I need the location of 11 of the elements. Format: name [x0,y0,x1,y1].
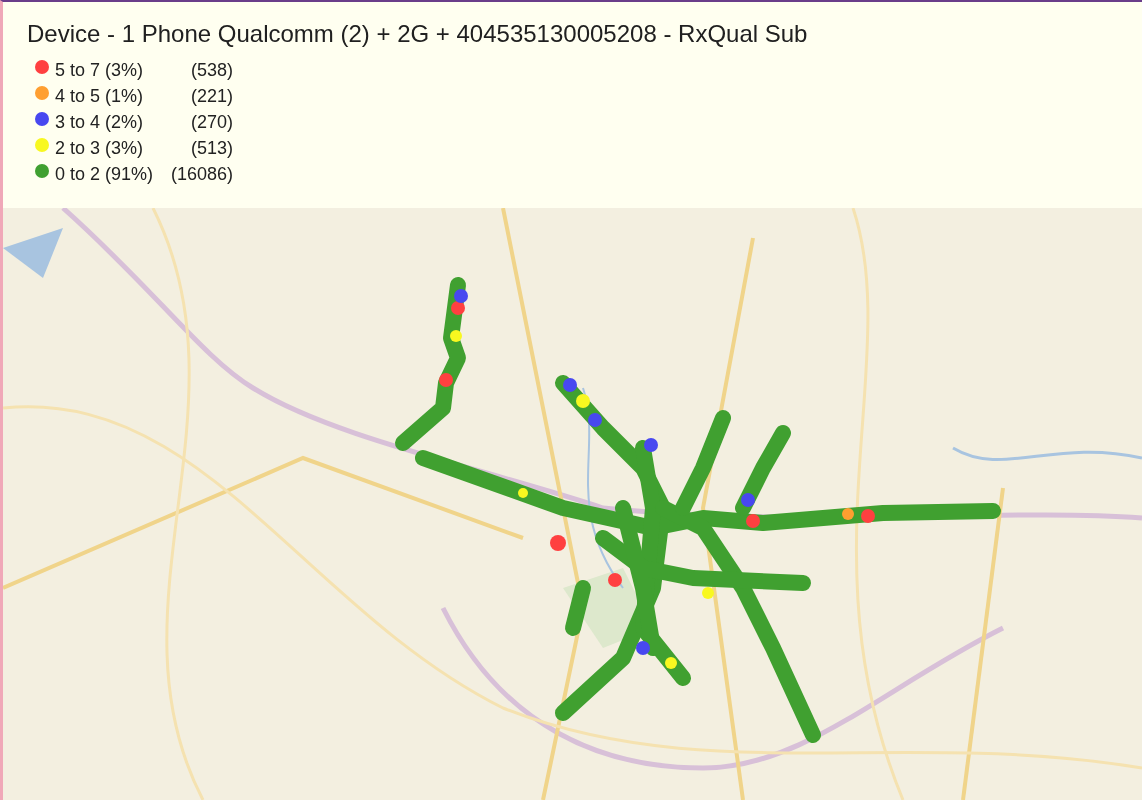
legend-label: 5 to 7 (3%) [55,59,144,82]
legend-label: 4 to 5 (1%) [55,85,144,108]
legend-count: (270) [190,111,234,134]
legend-label: 0 to 2 (91%) [55,163,154,186]
legend-label: 2 to 3 (3%) [55,137,144,160]
legend-count: (221) [190,85,234,108]
legend-count: (16086) [171,163,234,186]
legend-count: (513) [190,137,234,160]
legend-label: 3 to 4 (2%) [55,111,144,134]
legend-count: (538) [190,59,234,82]
legend-title: Device - 1 Phone Qualcomm (2) + 2G + 404535130005208 - RxQual Sub [27,20,809,48]
